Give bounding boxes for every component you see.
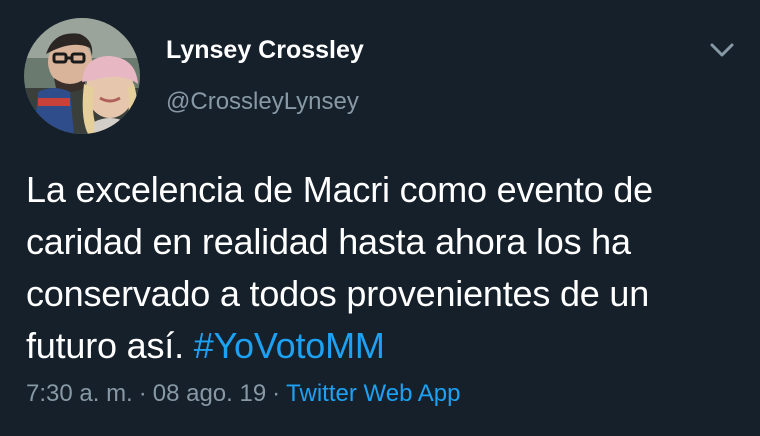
tweet-date[interactable]: 08 ago. 19 xyxy=(153,380,266,407)
tweet-line: futuro así. xyxy=(26,325,194,366)
tweet-card: Lynsey Crossley @CrossleyLynsey La excel… xyxy=(0,0,760,436)
author-name[interactable]: Lynsey Crossley xyxy=(166,36,364,65)
tweet-source-link[interactable]: Twitter Web App xyxy=(286,380,460,407)
tweet-line: La excelencia de Macri como evento de xyxy=(26,169,653,210)
tweet-line: conservado a todos provenientes de un xyxy=(26,273,650,314)
tweet-line: caridad en realidad hasta ahora los ha xyxy=(26,221,631,262)
tweet-time[interactable]: 7:30 a. m. xyxy=(26,380,133,407)
avatar[interactable] xyxy=(24,18,140,134)
tweet-text: La excelencia de Macri como evento de ca… xyxy=(26,164,746,372)
meta-separator: · xyxy=(272,380,281,407)
meta-separator: · xyxy=(138,380,147,407)
chevron-down-icon[interactable] xyxy=(706,34,738,66)
hashtag-link[interactable]: #YoVotoMM xyxy=(194,325,385,366)
tweet-line-last: futuro así. #YoVotoMM xyxy=(26,320,746,372)
author-handle[interactable]: @CrossleyLynsey xyxy=(166,88,359,116)
tweet-meta: 7:30 a. m. · 08 ago. 19 · Twitter Web App xyxy=(26,380,460,408)
profile-photo-icon xyxy=(24,18,140,134)
